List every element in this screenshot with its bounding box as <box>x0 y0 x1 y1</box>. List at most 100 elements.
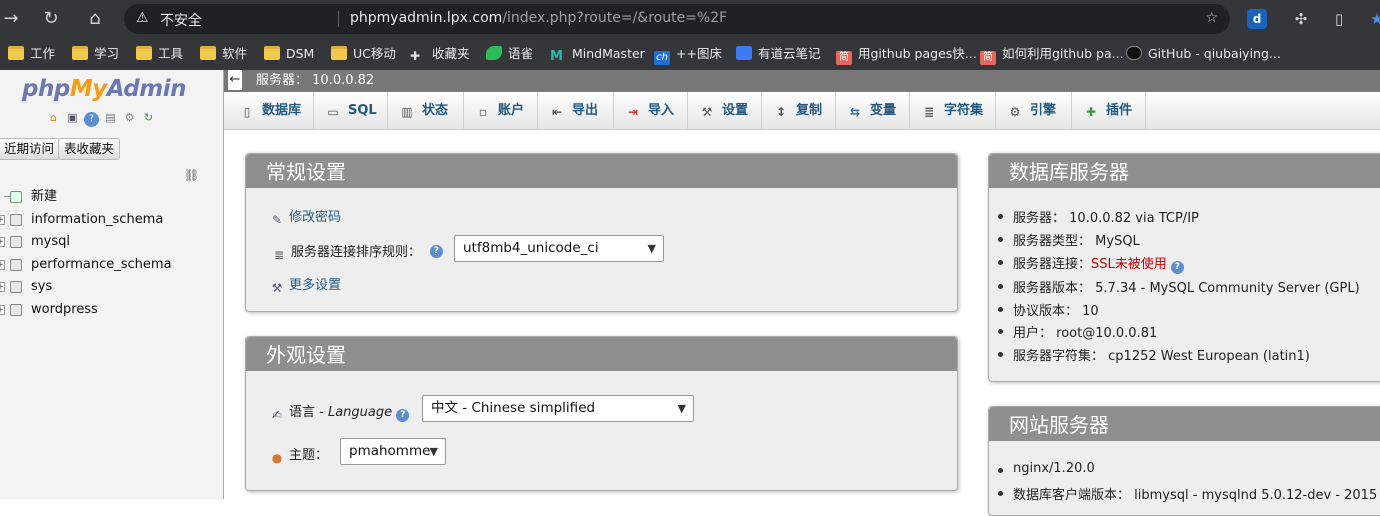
change-password-link[interactable]: ✎ 修改密码 <box>269 206 341 228</box>
folder-icon <box>136 46 152 60</box>
ch-icon: ch <box>654 51 670 65</box>
bookmark-item[interactable]: UC移动 <box>331 44 396 64</box>
split-screen-icon[interactable]: ▯ <box>1329 9 1349 29</box>
expand-icon[interactable]: + <box>0 305 5 315</box>
palette-icon: ● <box>271 451 283 465</box>
link-icon[interactable]: ⛓ <box>184 168 199 182</box>
database-icon <box>10 304 22 316</box>
wrench-icon: ⚒ <box>701 105 713 119</box>
collation-select[interactable]: utf8mb4_unicode_ci ▼ <box>454 235 664 262</box>
database-icon <box>10 214 22 226</box>
list-item: 服务器字符集： cp1252 West European (latin1) <box>998 345 1310 364</box>
language-select[interactable]: 中文 - Chinese simplified ▼ <box>422 395 694 422</box>
tab-sql[interactable]: ▭ SQL <box>314 92 388 130</box>
server-breadcrumb: ← 服务器： 10.0.0.82 <box>224 70 1380 92</box>
home-icon[interactable]: ⌂ <box>46 110 61 125</box>
tab-settings[interactable]: ⚒ 设置 <box>688 92 762 130</box>
gear-icon[interactable]: ⚙ <box>122 110 137 125</box>
database-icon <box>10 236 22 248</box>
expand-icon[interactable]: + <box>0 215 5 225</box>
add-favorite-icon[interactable]: ☆ <box>1205 10 1218 26</box>
sql-icon: ▭ <box>327 105 339 119</box>
bookmark-item[interactable]: 工作 <box>8 44 55 64</box>
bookmark-item[interactable]: 软件 <box>200 44 247 64</box>
tree-database-item[interactable]: +information_schema <box>0 210 200 230</box>
help-icon[interactable]: ? <box>84 112 99 127</box>
refresh-icon[interactable]: ↻ <box>141 110 156 125</box>
tab-variables[interactable]: ⇆ 变量 <box>836 92 910 130</box>
tab-status[interactable]: ▥ 状态 <box>388 92 464 130</box>
tab-databases[interactable]: ▯ 数据库 <box>224 92 314 130</box>
tab-accounts[interactable]: ▫ 账户 <box>464 92 538 130</box>
collation-label: ≣ 服务器连接排序规则： <box>271 241 421 263</box>
tree-database-item[interactable]: +wordpress <box>0 300 200 320</box>
bookmark-item[interactable]: 有道云笔记 <box>736 44 821 64</box>
bookmarks-bar: 工作 学习 工具 软件 DSM UC移动 ✚ 收藏夹 语雀 M MindMaster… <box>0 38 1380 70</box>
recent-button[interactable]: 近期访问 <box>0 138 61 160</box>
list-item: 数据库客户端版本： libmysql - mysqlnd 5.0.12-dev … <box>997 484 1377 503</box>
reload-icon[interactable]: ↻ <box>40 8 62 30</box>
theme-select[interactable]: pmahomme ▼ <box>340 438 446 465</box>
panel-title: 网站服务器 <box>989 407 1380 441</box>
language-icon: ✍ <box>271 408 283 422</box>
home-icon[interactable]: ⌂ <box>84 8 106 30</box>
docs-icon[interactable]: ▤ <box>103 110 118 125</box>
expand-icon[interactable]: + <box>0 282 5 292</box>
server-link[interactable]: 服务器： 10.0.0.82 <box>256 70 374 92</box>
bookmark-item[interactable]: 简如何利用github pa... <box>980 44 1124 65</box>
forward-icon[interactable]: → <box>0 8 22 30</box>
variables-icon: ⇆ <box>849 105 861 119</box>
tab-charset[interactable]: ≣ 字符集 <box>910 92 996 130</box>
bookmark-item[interactable]: DSM <box>264 44 314 64</box>
help-icon[interactable]: ? <box>396 409 410 422</box>
exit-icon[interactable]: ▣ <box>65 110 80 125</box>
sidebar-icon-bar: ⌂ ▣? ▤ ⚙ ↻ <box>46 110 160 128</box>
address-bar[interactable]: ⚠ 不安全 phpmyadmin.lpx.com/index.php?route… <box>124 4 1230 34</box>
browser-toolbar: → ↻ ⌂ ⚠ 不安全 phpmyadmin.lpx.com/index.php… <box>0 0 1380 38</box>
insecure-label[interactable]: 不安全 <box>160 10 202 30</box>
tree-database-item[interactable]: +performance_schema <box>0 255 200 275</box>
bookmark-item[interactable]: 简用github pages快... <box>836 44 977 65</box>
url-text[interactable]: phpmyadmin.lpx.com/index.php?route=/&rou… <box>350 10 727 26</box>
bookmark-item[interactable]: M MindMaster <box>550 44 645 64</box>
bookmark-item[interactable]: ✚ 收藏夹 <box>410 44 470 64</box>
tab-engines[interactable]: ⚙ 引擎 <box>996 92 1072 130</box>
status-icon: ▥ <box>401 105 413 119</box>
tab-replication[interactable]: ↕ 复制 <box>762 92 836 130</box>
bookmark-item[interactable]: ch ++图床 <box>654 44 722 65</box>
expand-icon[interactable]: + <box>0 237 5 247</box>
collapse-sidebar-icon[interactable]: ← <box>228 70 242 90</box>
address-separator <box>338 11 339 27</box>
favorites-button[interactable]: 表收藏夹 <box>58 138 121 160</box>
ssl-status: SSL未被使用 <box>1091 257 1167 272</box>
tab-import[interactable]: ⇥ 导入 <box>614 92 688 130</box>
favorites-icon[interactable]: ★ <box>1367 9 1380 29</box>
bookmark-item[interactable]: 语雀 <box>486 44 533 64</box>
tree-database-item[interactable]: +sys <box>0 277 200 297</box>
tree-new[interactable]: 新建 <box>0 187 200 207</box>
bookmark-item[interactable]: 工具 <box>136 44 183 64</box>
help-icon[interactable]: ? <box>430 245 443 258</box>
engine-icon: ⚙ <box>1009 105 1021 119</box>
tab-export[interactable]: ⇤ 导出 <box>538 92 614 130</box>
warning-icon[interactable]: ⚠ <box>136 10 149 26</box>
charset-icon: ≣ <box>923 105 935 119</box>
list-item: 用户： root@10.0.0.81 <box>997 322 1157 341</box>
tab-plugins[interactable]: ✚ 插件 <box>1072 92 1146 130</box>
expand-icon[interactable]: + <box>0 260 5 270</box>
folder-icon <box>72 46 88 60</box>
bookmark-item[interactable]: GitHub - qiubaiying... <box>1126 44 1281 64</box>
help-icon[interactable]: ? <box>1170 261 1184 274</box>
list-item: 服务器版本： 5.7.34 - MySQL Community Server (… <box>998 277 1360 296</box>
replication-icon: ↕ <box>775 105 787 119</box>
tree-database-item[interactable]: +mysql <box>0 232 200 252</box>
new-database-icon <box>10 191 22 203</box>
folder-icon <box>331 46 347 60</box>
panel-title: 数据库服务器 <box>989 154 1380 188</box>
more-settings-link[interactable]: ⚒ 更多设置 <box>269 274 341 296</box>
extension-icon[interactable]: d <box>1247 9 1267 29</box>
extensions-puzzle-icon[interactable]: ✣ <box>1291 9 1311 29</box>
url-host: phpmyadmin.lpx.com <box>350 10 503 26</box>
phpmyadmin-logo[interactable]: phpMyAdmin <box>22 76 186 102</box>
bookmark-item[interactable]: 学习 <box>72 44 119 64</box>
